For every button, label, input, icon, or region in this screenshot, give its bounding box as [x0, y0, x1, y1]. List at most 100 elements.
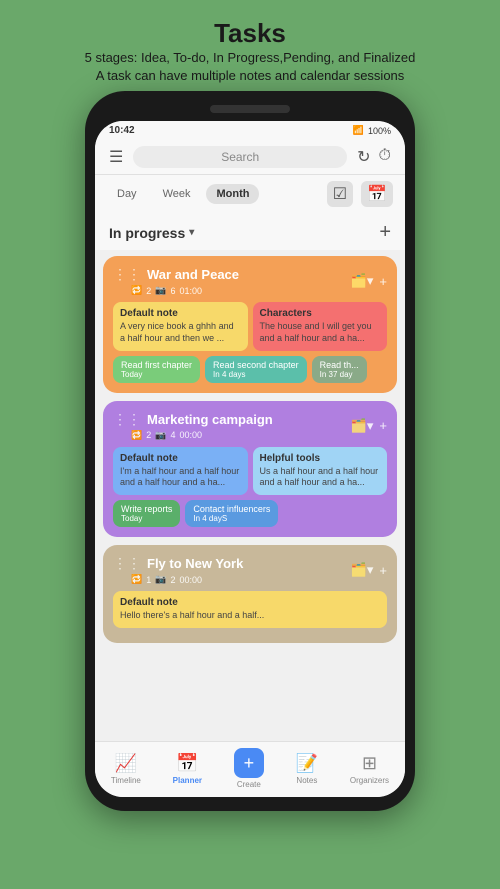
task-header: ⋮⋮ Marketing campaign 🔁 2 📷 4 00:00 🗂️▾ [113, 411, 387, 441]
note-title: Default note [120, 308, 241, 319]
nav-item-timeline[interactable]: 📈 Timeline [111, 753, 141, 785]
create-label: Create [237, 780, 261, 789]
nav-item-planner[interactable]: 📅 Planner [173, 753, 202, 785]
notes-count: 1 [146, 575, 151, 585]
task-menu-icon[interactable]: 🗂️▾ [351, 562, 374, 578]
task-meta: 🔁 2 📷 4 00:00 [131, 430, 273, 441]
phone-notch [210, 105, 290, 113]
drag-handle-icon: ⋮⋮ [113, 555, 141, 572]
status-bar: 10:42 📶 100% [95, 121, 405, 140]
notes-grid: Default note A very nice book a ghhh and… [113, 302, 387, 350]
filter-tabs: Day Week Month ☑ 📅 [95, 175, 405, 213]
battery-level: 100% [368, 126, 391, 136]
task-card-war-and-peace: ⋮⋮ War and Peace 🔁 2 📷 6 01:00 🗂️▾ [103, 256, 397, 392]
notes-grid: Default note I'm a half hour and a half … [113, 447, 387, 495]
search-placeholder: Search [221, 150, 259, 164]
note-helpful-tools[interactable]: Helpful tools Us a half hour and a half … [253, 447, 388, 495]
task-title: Fly to New York [147, 556, 243, 571]
note-text: Hello there's a half hour and a half... [120, 610, 380, 622]
nav-item-notes[interactable]: 📝 Notes [296, 753, 318, 785]
nav-item-organizers[interactable]: ⊞ Organizers [350, 753, 389, 785]
nav-item-create[interactable]: + Create [234, 748, 264, 789]
duration: 00:00 [179, 430, 202, 440]
signal-icon: 📶 [353, 125, 364, 136]
organizers-label: Organizers [350, 776, 389, 785]
task-card-marketing: ⋮⋮ Marketing campaign 🔁 2 📷 4 00:00 🗂️▾ [103, 401, 397, 537]
task-title-row: ⋮⋮ War and Peace [113, 266, 239, 283]
tab-day[interactable]: Day [107, 184, 147, 204]
bottom-nav: 📈 Timeline 📅 Planner + Create 📝 Notes ⊞ … [95, 741, 405, 797]
notes-count: 2 [146, 286, 151, 296]
checklist-icon[interactable]: ☑ [327, 181, 353, 207]
session-read-second[interactable]: Read second chapter In 4 days [205, 356, 307, 383]
menu-icon[interactable]: ☰ [109, 147, 123, 167]
note-text: A very nice book a ghhh and a half hour … [120, 321, 241, 344]
task-header: ⋮⋮ War and Peace 🔁 2 📷 6 01:00 🗂️▾ [113, 266, 387, 296]
calendar-view-icon[interactable]: 📅 [361, 181, 393, 207]
dropdown-arrow: ▾ [189, 227, 194, 238]
notes-icon: 🔁 [131, 574, 142, 585]
section-title[interactable]: In progress ▾ [109, 225, 194, 241]
section-header: In progress ▾ + [95, 213, 405, 250]
top-icons: ↻ ⏱ [357, 147, 391, 167]
notes-icon: 🔁 [131, 285, 142, 296]
task-menu-icon[interactable]: 🗂️▾ [351, 418, 374, 434]
note-title: Default note [120, 453, 241, 464]
sessions-count: 6 [170, 286, 175, 296]
task-actions: 🗂️▾ + [351, 273, 387, 289]
timeline-icon: 📈 [115, 753, 137, 774]
status-right: 📶 100% [353, 125, 391, 136]
task-add-icon[interactable]: + [379, 418, 387, 433]
planner-icon: 📅 [176, 753, 198, 774]
notes-icon: 📝 [296, 753, 318, 774]
note-default[interactable]: Default note A very nice book a ghhh and… [113, 302, 248, 350]
note-characters[interactable]: Characters The house and I will get you … [253, 302, 388, 350]
task-meta: 🔁 2 📷 6 01:00 [131, 285, 239, 296]
status-time: 10:42 [109, 125, 135, 136]
task-title-row: ⋮⋮ Marketing campaign [113, 411, 273, 428]
timer-icon[interactable]: ⏱ [379, 147, 391, 167]
session-read-first[interactable]: Read first chapter Today [113, 356, 200, 383]
task-actions: 🗂️▾ + [351, 418, 387, 434]
tab-month[interactable]: Month [206, 184, 259, 204]
note-title: Helpful tools [260, 453, 381, 464]
organizers-icon: ⊞ [362, 753, 377, 774]
create-btn[interactable]: + [234, 748, 264, 778]
task-actions: 🗂️▾ + [351, 562, 387, 578]
add-task-btn[interactable]: + [379, 221, 391, 244]
session-write-reports[interactable]: Write reports Today [113, 500, 180, 527]
refresh-icon[interactable]: ↻ [357, 147, 370, 167]
planner-label: Planner [173, 776, 202, 785]
note-default[interactable]: Default note Hello there's a half hour a… [113, 591, 387, 628]
duration: 00:00 [179, 575, 202, 585]
sessions-icon: 📷 [155, 574, 166, 585]
drag-handle-icon: ⋮⋮ [113, 411, 141, 428]
session-tags: Read first chapter Today Read second cha… [113, 356, 387, 383]
sessions-icon: 📷 [155, 430, 166, 441]
top-bar: ☰ Search ↻ ⏱ [95, 140, 405, 175]
drag-handle-icon: ⋮⋮ [113, 266, 141, 283]
session-read-third[interactable]: Read th... In 37 day [312, 356, 367, 383]
sessions-count: 4 [170, 430, 175, 440]
filter-icons: ☑ 📅 [327, 181, 393, 207]
note-title: Characters [260, 308, 381, 319]
note-text: Us a half hour and a half hour and a hal… [260, 466, 381, 489]
task-menu-icon[interactable]: 🗂️▾ [351, 273, 374, 289]
sessions-icon: 📷 [155, 285, 166, 296]
notes-grid: Default note Hello there's a half hour a… [113, 591, 387, 628]
tab-week[interactable]: Week [153, 184, 201, 204]
notes-label: Notes [296, 776, 317, 785]
session-contact-influencers[interactable]: Contact influencers In 4 dayS [185, 500, 278, 527]
task-title: Marketing campaign [147, 412, 273, 427]
timeline-label: Timeline [111, 776, 141, 785]
note-text: I'm a half hour and a half hour and a ha… [120, 466, 241, 489]
session-tags: Write reports Today Contact influencers … [113, 500, 387, 527]
note-default[interactable]: Default note I'm a half hour and a half … [113, 447, 248, 495]
task-title: War and Peace [147, 267, 239, 282]
note-title: Default note [120, 597, 380, 608]
phone-screen: 10:42 📶 100% ☰ Search ↻ ⏱ Day Week Month… [95, 121, 405, 797]
task-add-icon[interactable]: + [379, 274, 387, 289]
task-add-icon[interactable]: + [379, 563, 387, 578]
duration: 01:00 [179, 286, 202, 296]
search-box[interactable]: Search [133, 146, 347, 168]
